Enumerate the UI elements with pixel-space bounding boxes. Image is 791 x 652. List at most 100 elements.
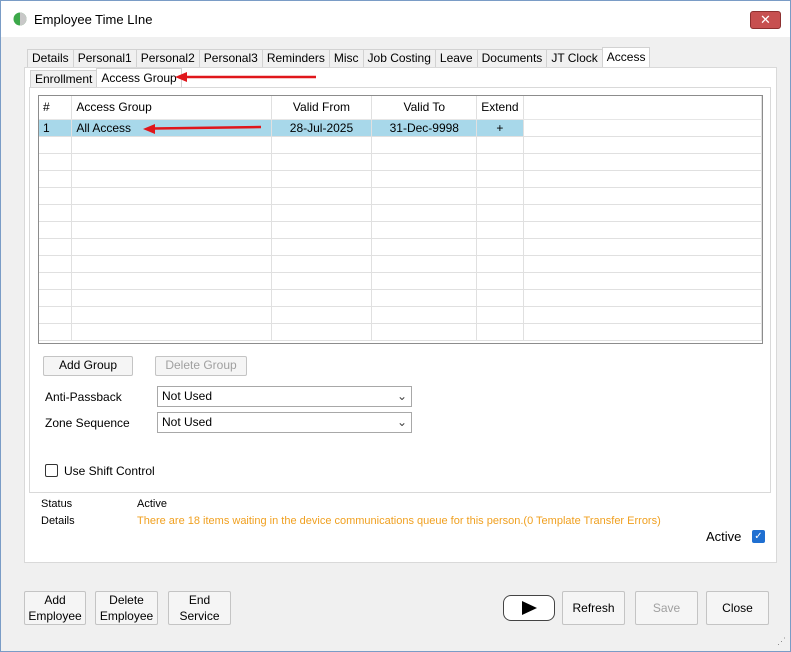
tab-leave[interactable]: Leave	[434, 49, 478, 68]
anti-passback-select[interactable]: Not Used ⌄	[157, 386, 412, 407]
header-extend[interactable]: Extend	[476, 96, 524, 120]
delete-employee-button[interactable]: Delete Employee	[95, 591, 158, 625]
anti-passback-label: Anti-Passback	[45, 390, 122, 404]
access-subtabs: Enrollment Access Group	[30, 68, 182, 88]
play-button[interactable]	[503, 595, 555, 621]
tab-personal2[interactable]: Personal2	[135, 49, 200, 68]
resize-grip-icon[interactable]: ⋰	[777, 636, 786, 647]
annotation-arrow-subtab	[175, 72, 316, 82]
empty-cell	[523, 170, 762, 188]
add-group-button[interactable]: Add Group	[43, 356, 133, 376]
play-icon	[522, 601, 537, 615]
empty-cell	[71, 221, 272, 239]
empty-cell	[476, 204, 524, 222]
empty-cell	[39, 272, 73, 290]
empty-cell	[371, 187, 478, 205]
delete-group-button[interactable]: Delete Group	[155, 356, 247, 376]
active-checkbox[interactable]: ✓	[752, 530, 765, 543]
empty-cell	[523, 323, 762, 341]
zone-sequence-select[interactable]: Not Used ⌄	[157, 412, 412, 433]
tab-personal1[interactable]: Personal1	[72, 49, 137, 68]
empty-cell	[271, 238, 373, 256]
empty-cell	[523, 187, 762, 205]
details-label: Details	[41, 515, 75, 527]
tab-jt-clock[interactable]: JT Clock	[546, 49, 603, 68]
end-service-button[interactable]: End Service	[168, 591, 231, 625]
use-shift-control-label: Use Shift Control	[64, 464, 155, 478]
empty-cell	[71, 136, 272, 154]
tab-documents[interactable]: Documents	[476, 49, 548, 68]
empty-cell	[71, 170, 272, 188]
empty-cell	[71, 255, 272, 273]
empty-cell	[71, 204, 272, 222]
empty-cell	[71, 323, 272, 341]
empty-cell	[271, 255, 373, 273]
empty-cell	[476, 323, 524, 341]
empty-cell	[71, 187, 272, 205]
empty-cell	[476, 238, 524, 256]
use-shift-control-checkbox[interactable]	[45, 464, 58, 477]
window-close-button[interactable]: ✕	[750, 11, 781, 29]
empty-cell	[371, 272, 478, 290]
empty-cell	[523, 153, 762, 171]
zone-sequence-label: Zone Sequence	[45, 416, 130, 430]
window-title: Employee Time LIne	[34, 12, 153, 27]
empty-row	[39, 323, 762, 341]
empty-cell	[271, 136, 373, 154]
empty-row	[39, 204, 762, 222]
subtab-access-group[interactable]: Access Group	[96, 68, 182, 88]
empty-row	[39, 255, 762, 273]
empty-row	[39, 136, 762, 154]
app-icon	[13, 12, 27, 26]
add-employee-button[interactable]: Add Employee	[24, 591, 86, 625]
header-valid-to[interactable]: Valid To	[371, 96, 478, 120]
empty-row	[39, 170, 762, 188]
header-valid-from[interactable]: Valid From	[271, 96, 373, 120]
empty-row	[39, 187, 762, 205]
empty-cell	[523, 204, 762, 222]
empty-cell	[523, 289, 762, 307]
header-num[interactable]: #	[39, 96, 73, 120]
empty-cell	[371, 289, 478, 307]
empty-cell	[39, 187, 73, 205]
empty-cell	[71, 238, 272, 256]
tab-misc[interactable]: Misc	[328, 49, 364, 68]
empty-cell	[523, 306, 762, 324]
empty-cell	[371, 153, 478, 171]
empty-cell	[39, 255, 73, 273]
close-button[interactable]: Close	[706, 591, 769, 625]
cell-valid-to[interactable]: 31-Dec-9998	[371, 119, 478, 137]
status-label: Status	[41, 498, 73, 510]
empty-cell	[371, 306, 478, 324]
empty-cell	[271, 187, 373, 205]
empty-cell	[39, 221, 73, 239]
empty-cell	[476, 289, 524, 307]
tab-job-costing[interactable]: Job Costing	[362, 49, 436, 68]
cell-valid-from[interactable]: 28-Jul-2025	[271, 119, 373, 137]
zone-sequence-value: Not Used	[162, 415, 213, 429]
empty-cell	[476, 136, 524, 154]
empty-cell	[371, 136, 478, 154]
refresh-button[interactable]: Refresh	[562, 591, 625, 625]
header-filler	[523, 96, 762, 120]
tab-access[interactable]: Access	[601, 47, 651, 68]
status-value: Active	[137, 498, 167, 510]
cell-extend[interactable]: +	[476, 119, 524, 137]
annotation-arrow-row	[143, 124, 262, 134]
empty-cell	[476, 153, 524, 171]
tab-personal3[interactable]: Personal3	[198, 49, 263, 68]
empty-cell	[271, 306, 373, 324]
empty-cell	[476, 255, 524, 273]
empty-cell	[476, 306, 524, 324]
tab-reminders[interactable]: Reminders	[261, 49, 330, 68]
tab-details[interactable]: Details	[27, 49, 74, 68]
empty-cell	[71, 289, 272, 307]
header-access-group[interactable]: Access Group	[71, 96, 272, 120]
empty-cell	[39, 136, 73, 154]
empty-cell	[271, 289, 373, 307]
cell-num[interactable]: 1	[39, 119, 73, 137]
save-button[interactable]: Save	[635, 591, 698, 625]
empty-row	[39, 306, 762, 324]
subtab-enrollment[interactable]: Enrollment	[30, 70, 98, 88]
empty-row	[39, 289, 762, 307]
